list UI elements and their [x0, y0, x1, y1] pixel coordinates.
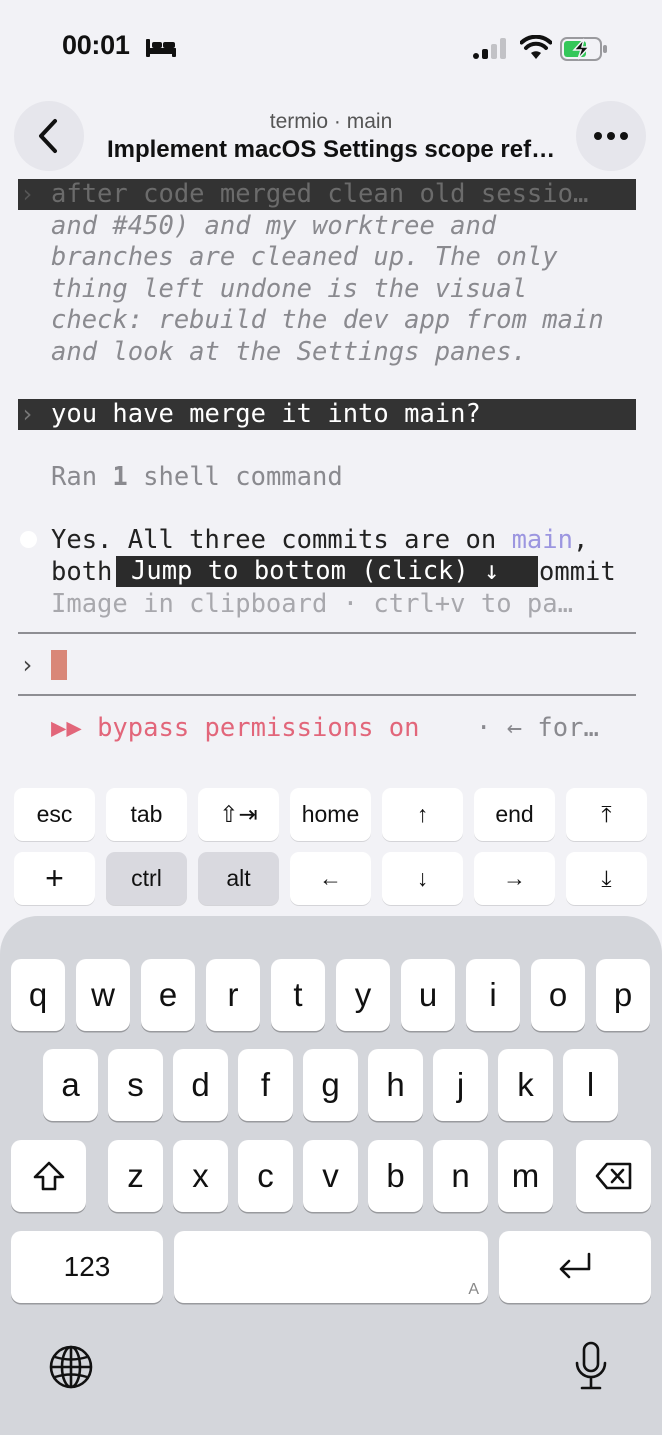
- key-x[interactable]: x: [173, 1140, 228, 1212]
- scroll-top-key[interactable]: ⤒: [566, 788, 647, 841]
- wifi-icon: [520, 35, 552, 59]
- key-d[interactable]: d: [173, 1049, 228, 1121]
- numbers-key[interactable]: 123: [11, 1231, 163, 1303]
- key-a[interactable]: a: [43, 1049, 98, 1121]
- key-m[interactable]: m: [498, 1140, 553, 1212]
- end-key[interactable]: end: [474, 788, 555, 841]
- status-time: 00:01: [62, 30, 130, 60]
- key-c[interactable]: c: [238, 1140, 293, 1212]
- key-f[interactable]: f: [238, 1049, 293, 1121]
- mode-status[interactable]: ▶▶ bypass permissions on: [51, 712, 419, 744]
- return-icon: [559, 1252, 591, 1279]
- shift-key[interactable]: [11, 1140, 86, 1212]
- user-prompt-text: you have merge it into main?: [51, 399, 481, 429]
- return-key[interactable]: [499, 1231, 651, 1303]
- reply-line: branches are cleaned up. The only: [51, 242, 558, 272]
- back-button[interactable]: [14, 101, 84, 171]
- key-r[interactable]: r: [206, 959, 260, 1031]
- cellular-signal-icon: [473, 38, 506, 59]
- mode-label: bypass permissions on: [97, 713, 420, 743]
- tool-summary-suffix: shell command: [127, 462, 343, 492]
- key-w[interactable]: w: [76, 959, 130, 1031]
- key-l[interactable]: l: [563, 1049, 618, 1121]
- session-subtitle: termio · main: [269, 110, 393, 133]
- tool-summary-prefix: Ran: [51, 462, 113, 492]
- key-b[interactable]: b: [368, 1140, 423, 1212]
- key-g[interactable]: g: [303, 1049, 358, 1121]
- answer-punct: ,: [573, 525, 589, 555]
- alt-key[interactable]: alt: [198, 852, 279, 905]
- tab-key[interactable]: tab: [106, 788, 187, 841]
- key-z[interactable]: z: [108, 1140, 163, 1212]
- prompt-chevron-icon: ›: [20, 400, 35, 428]
- backspace-icon: [595, 1162, 631, 1190]
- branch-link[interactable]: main: [512, 525, 573, 555]
- key-v[interactable]: v: [303, 1140, 358, 1212]
- key-t[interactable]: t: [271, 959, 325, 1031]
- space-hint: A: [468, 1281, 479, 1298]
- microphone-icon: [575, 1341, 607, 1390]
- shift-tab-key[interactable]: ⇧⇥: [198, 788, 279, 841]
- tool-count: 1: [112, 462, 128, 492]
- arrow-down-key[interactable]: ↓: [382, 852, 463, 905]
- battery-charging-icon: [560, 37, 607, 61]
- input-divider-top: [18, 632, 636, 634]
- fast-forward-icon: ▶▶: [51, 713, 82, 743]
- key-k[interactable]: k: [498, 1049, 553, 1121]
- key-y[interactable]: y: [336, 959, 390, 1031]
- key-q[interactable]: q: [11, 959, 65, 1031]
- prompt-chevron-icon: ›: [20, 180, 35, 208]
- reply-line: check: rebuild the dev app from main: [51, 305, 604, 335]
- mode-hint: · ← for…: [476, 713, 599, 743]
- key-j[interactable]: j: [433, 1049, 488, 1121]
- key-p[interactable]: p: [596, 959, 650, 1031]
- scroll-bottom-key[interactable]: ⤓: [566, 852, 647, 905]
- arrow-left-key[interactable]: ←: [290, 852, 371, 905]
- key-o[interactable]: o: [531, 959, 585, 1031]
- space-bar[interactable]: A: [174, 1231, 488, 1303]
- key-i[interactable]: i: [466, 959, 520, 1031]
- key-e[interactable]: e: [141, 959, 195, 1031]
- input-chevron-icon: ›: [20, 651, 35, 679]
- answer-line-2-end: ommit: [539, 557, 616, 587]
- answer-line-1: Yes. All three commits are on main,: [51, 524, 588, 556]
- collapsed-prompt-text: after code merged clean old sessio…: [51, 179, 589, 209]
- globe-button[interactable]: [46, 1342, 96, 1392]
- chevron-left-icon: [39, 119, 57, 153]
- ellipsis-icon: [594, 132, 628, 140]
- tool-summary[interactable]: Ran 1 shell command: [51, 461, 343, 493]
- key-u[interactable]: u: [401, 959, 455, 1031]
- shift-icon: [33, 1161, 64, 1191]
- arrow-right-key[interactable]: →: [474, 852, 555, 905]
- arrow-up-key[interactable]: ↑: [382, 788, 463, 841]
- text-cursor[interactable]: [51, 650, 67, 680]
- clipboard-hint: Image in clipboard · ctrl+v to pa…: [51, 589, 573, 619]
- reply-line: and #450) and my worktree and: [51, 211, 497, 241]
- input-divider-bottom: [18, 694, 636, 696]
- ctrl-key[interactable]: ctrl: [106, 852, 187, 905]
- globe-icon: [49, 1345, 93, 1389]
- key-h[interactable]: h: [368, 1049, 423, 1121]
- delete-key[interactable]: [576, 1140, 651, 1212]
- reply-line: thing left undone is the visual: [51, 274, 527, 304]
- more-options-button[interactable]: [576, 101, 646, 171]
- dictation-button[interactable]: [566, 1340, 616, 1394]
- jump-to-bottom-button[interactable]: Jump to bottom (click) ↓: [116, 556, 538, 587]
- key-n[interactable]: n: [433, 1140, 488, 1212]
- reply-line: and look at the Settings panes.: [51, 337, 527, 367]
- esc-key[interactable]: esc: [14, 788, 95, 841]
- home-key[interactable]: home: [290, 788, 371, 841]
- session-title: Implement macOS Settings scope ref…: [106, 136, 556, 163]
- answer-text: Yes. All three commits are on: [51, 525, 512, 555]
- sleep-focus-icon: [146, 39, 176, 57]
- answer-line-2-start: both: [51, 557, 113, 587]
- assistant-bullet-icon: [20, 531, 37, 548]
- key-s[interactable]: s: [108, 1049, 163, 1121]
- plus-key[interactable]: +: [14, 852, 95, 905]
